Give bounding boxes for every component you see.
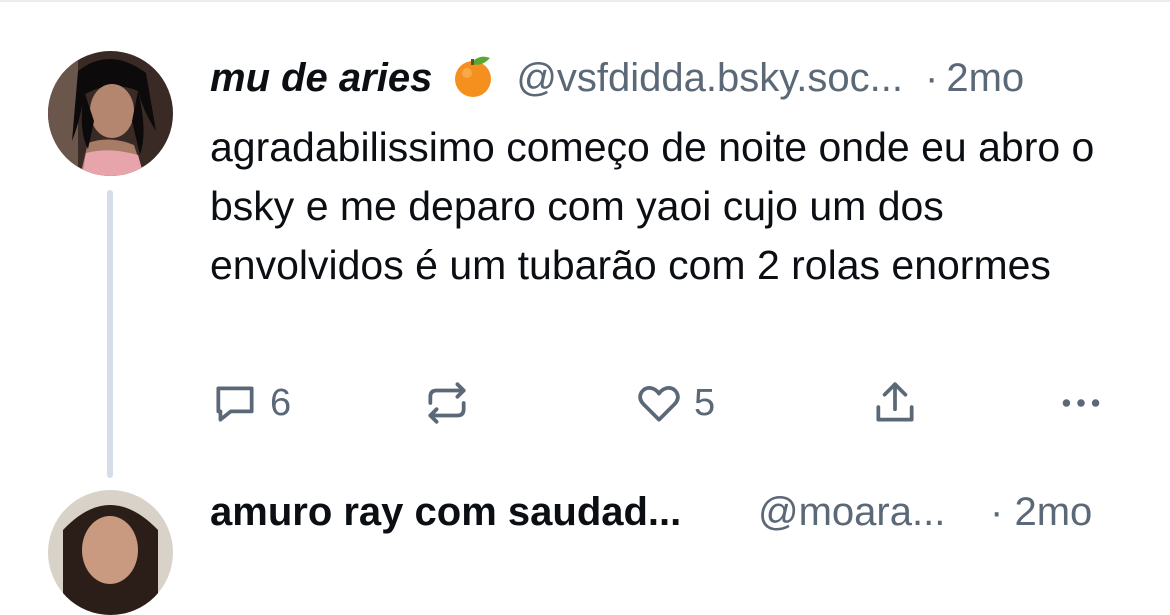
like-button[interactable]: 5 bbox=[634, 375, 715, 431]
post-timestamp[interactable]: 2mo bbox=[946, 56, 1024, 101]
next-post-display-name[interactable]: amuro ray com saudad... bbox=[210, 490, 681, 535]
more-icon bbox=[1056, 378, 1106, 428]
post-text: agradabilissimo começo de noite onde eu … bbox=[210, 124, 1095, 288]
reply-button[interactable]: 6 bbox=[210, 375, 291, 431]
reply-icon bbox=[210, 378, 260, 428]
top-divider bbox=[0, 0, 1170, 2]
share-icon bbox=[870, 378, 920, 428]
orange-emoji-icon bbox=[450, 53, 496, 104]
author-display-name[interactable]: mu de aries bbox=[210, 56, 432, 101]
like-count: 5 bbox=[694, 381, 716, 424]
separator-dot: · bbox=[925, 55, 939, 100]
reply-count: 6 bbox=[270, 381, 292, 424]
share-button[interactable] bbox=[870, 375, 920, 431]
next-post-header: amuro ray com saudad... @moara... · 2mo bbox=[210, 490, 1140, 550]
repost-icon bbox=[422, 378, 472, 428]
next-post-handle[interactable]: @moara... bbox=[758, 490, 945, 535]
like-icon bbox=[634, 378, 684, 428]
thread-line bbox=[107, 190, 113, 478]
next-post-timestamp[interactable]: · 2mo bbox=[990, 490, 1092, 535]
repost-button[interactable] bbox=[422, 375, 482, 431]
author-handle[interactable]: @vsfdidda.bsky.soc... bbox=[516, 56, 903, 101]
post-actions: 6 5 bbox=[210, 375, 1130, 431]
post-header: mu de aries @vsfdidda.bsky.soc... · 2mo bbox=[210, 50, 1140, 106]
avatar[interactable] bbox=[48, 51, 173, 176]
more-options-button[interactable] bbox=[1056, 375, 1106, 431]
next-post-avatar[interactable] bbox=[48, 490, 173, 615]
